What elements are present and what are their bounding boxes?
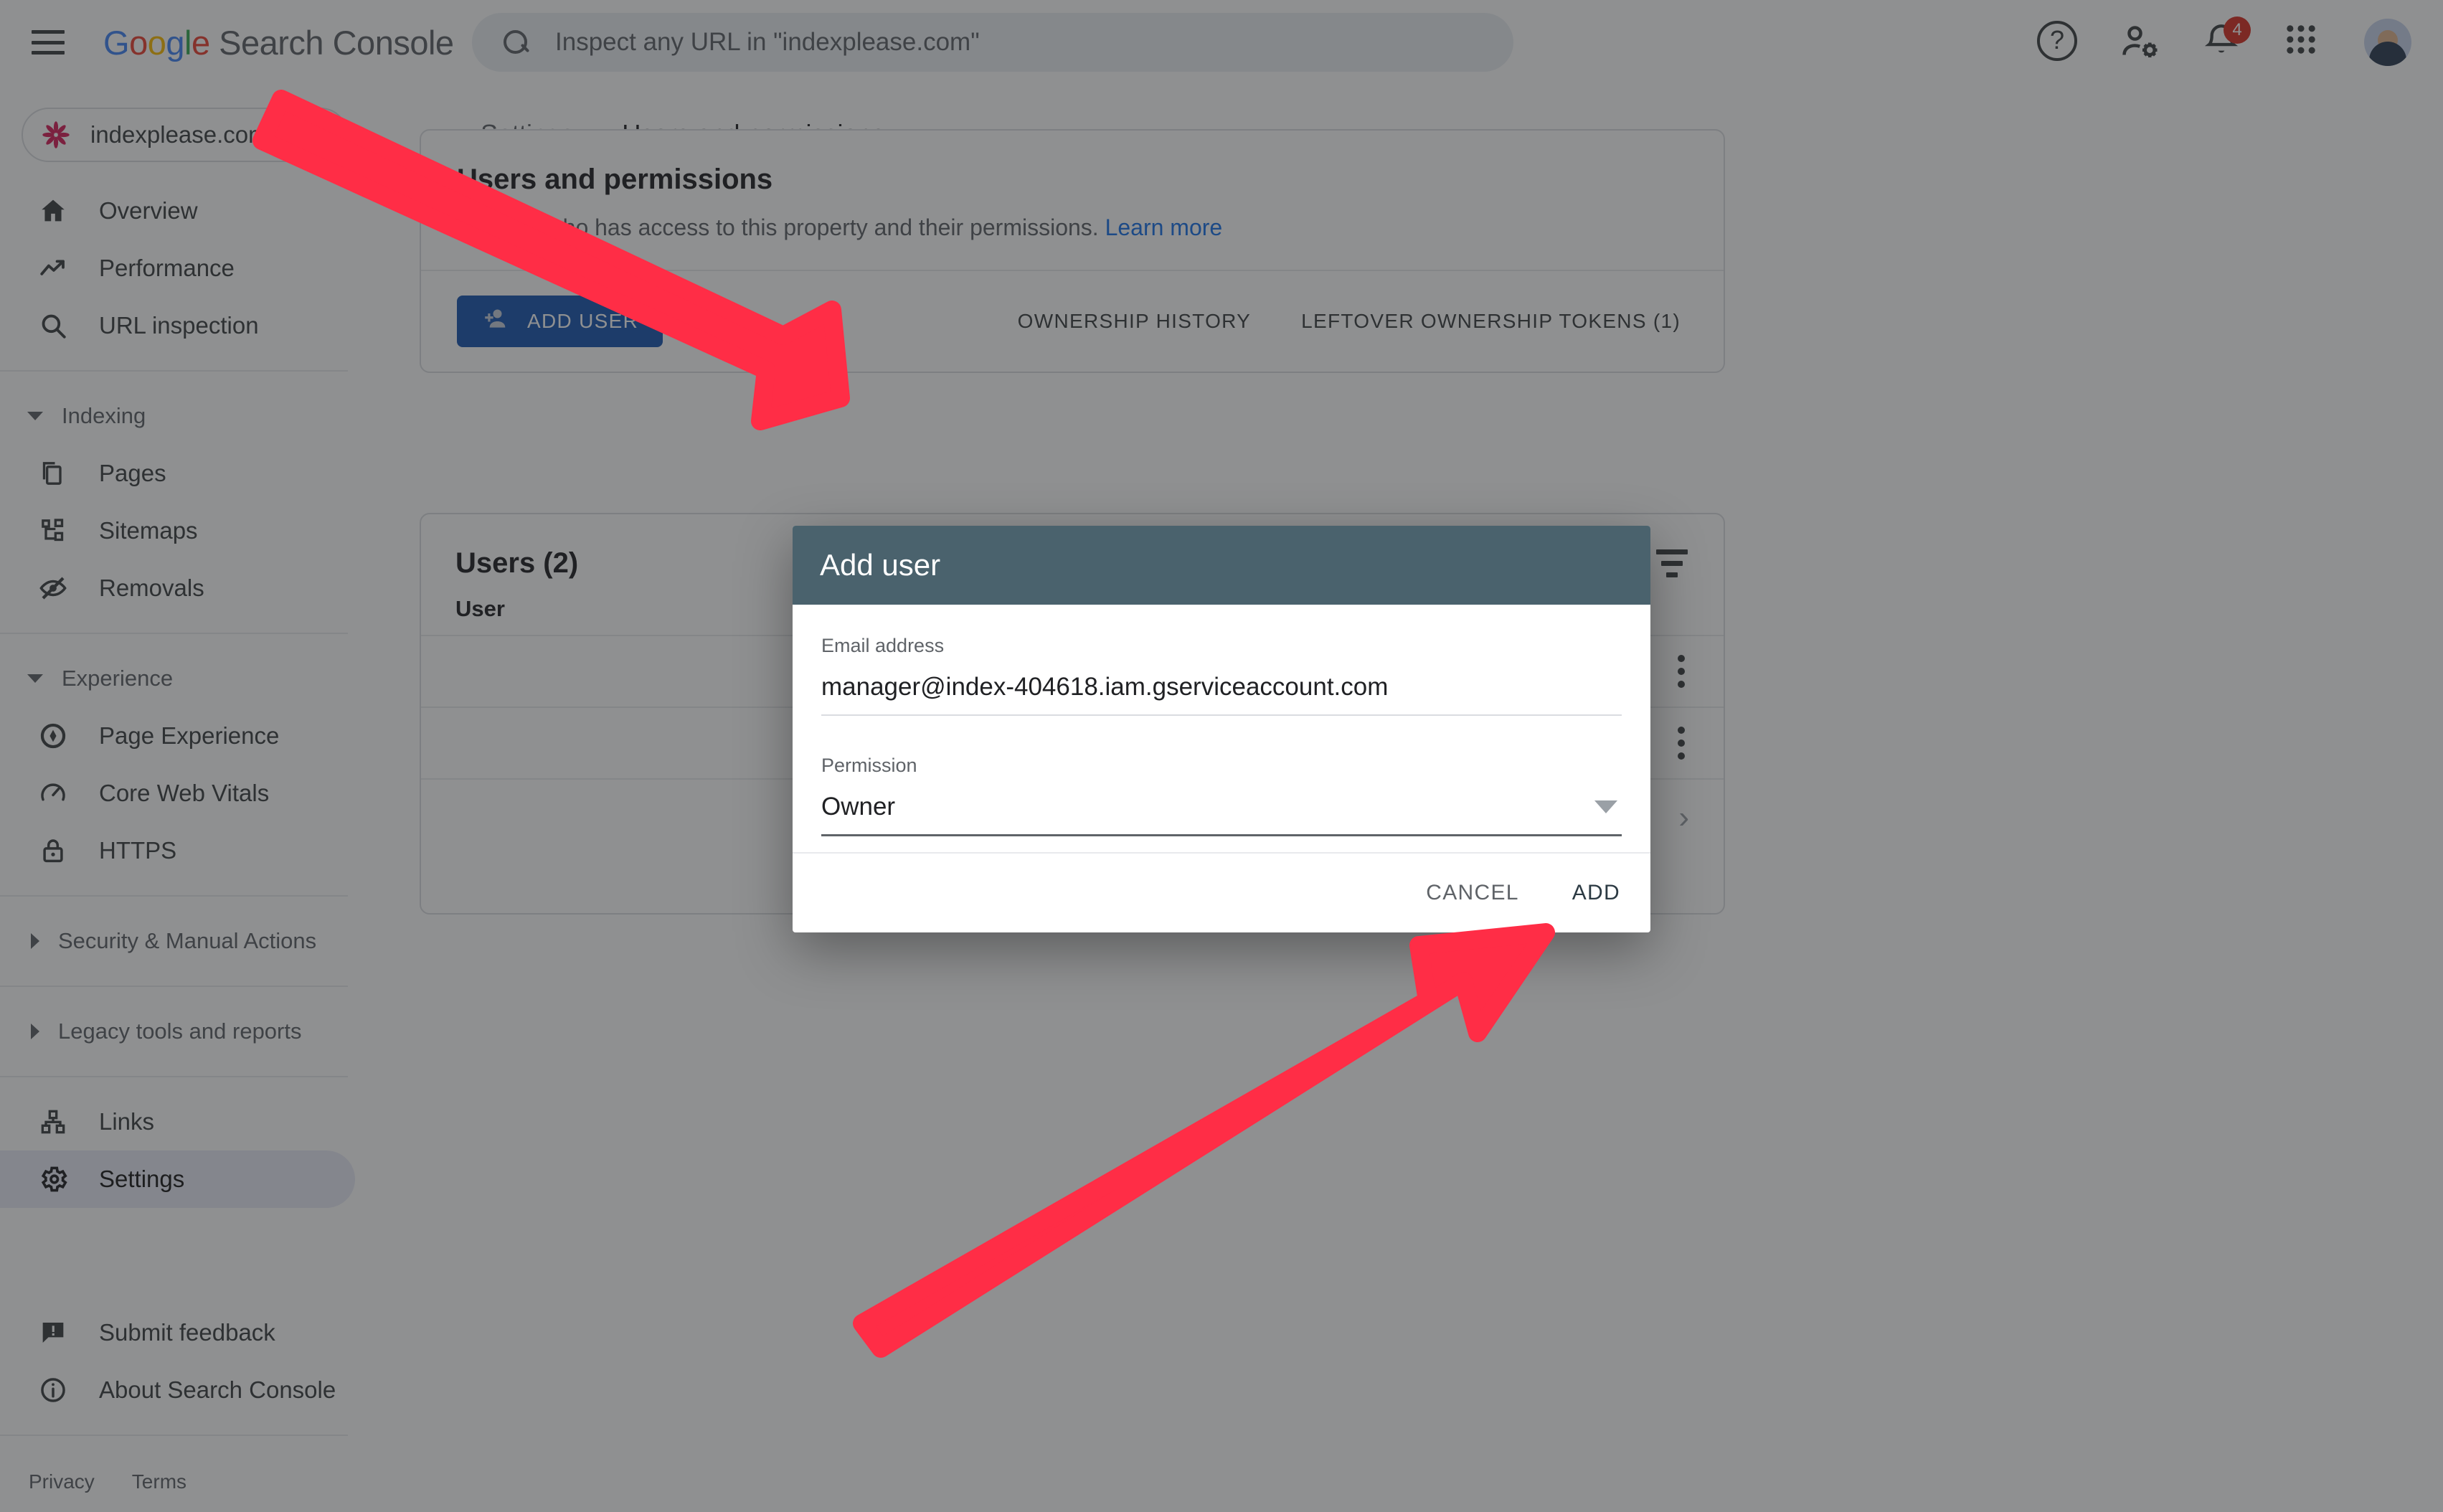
email-field-label: Email address bbox=[821, 635, 945, 656]
permission-field-group: Permission Owner bbox=[821, 755, 1622, 836]
dialog-title: Add user bbox=[820, 548, 941, 582]
permission-select[interactable]: Owner bbox=[821, 777, 1622, 836]
dropdown-caret-icon bbox=[1594, 800, 1617, 813]
permission-selected-value: Owner bbox=[821, 793, 896, 821]
dialog-header: Add user bbox=[793, 526, 1650, 605]
screen-root: Google Search Console Inspect any URL in… bbox=[0, 0, 2443, 1512]
dialog-footer: CANCEL ADD bbox=[793, 852, 1650, 932]
add-user-dialog: Add user Email address manager@index-404… bbox=[793, 526, 1650, 932]
cancel-button[interactable]: CANCEL bbox=[1426, 881, 1519, 905]
email-field-group: Email address manager@index-404618.iam.g… bbox=[821, 635, 1622, 716]
dialog-body: Email address manager@index-404618.iam.g… bbox=[793, 605, 1650, 852]
email-field[interactable]: manager@index-404618.iam.gserviceaccount… bbox=[821, 657, 1622, 716]
add-button[interactable]: ADD bbox=[1572, 881, 1620, 905]
permission-field-label: Permission bbox=[821, 755, 917, 776]
